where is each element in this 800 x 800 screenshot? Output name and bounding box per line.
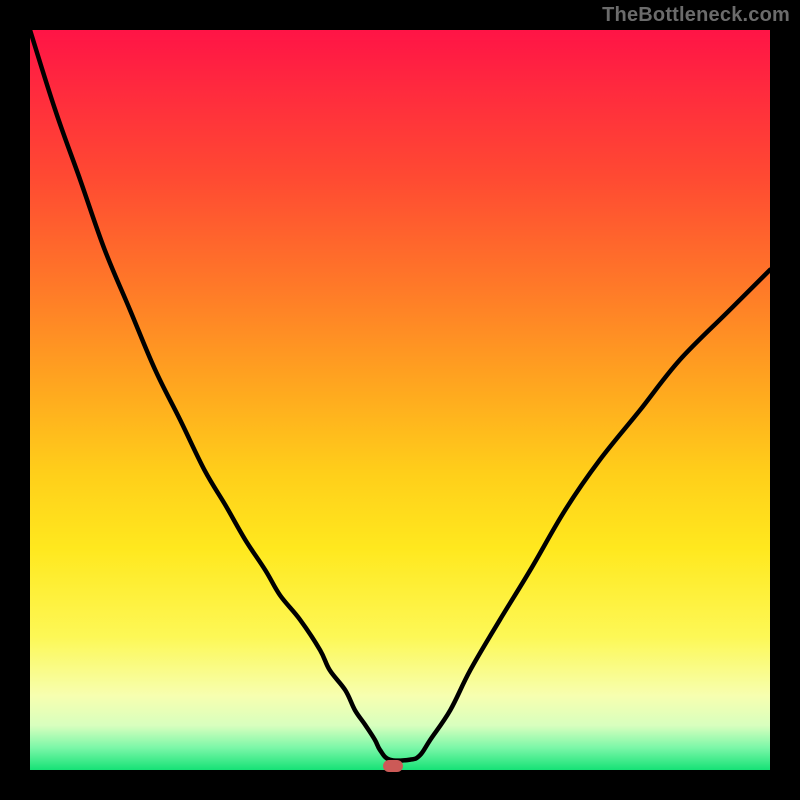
plot-area [30,30,770,770]
minimum-marker [383,760,403,772]
chart-frame: TheBottleneck.com [0,0,800,800]
curve-svg [30,30,770,770]
curve-path [30,30,770,761]
watermark-text: TheBottleneck.com [602,4,790,27]
